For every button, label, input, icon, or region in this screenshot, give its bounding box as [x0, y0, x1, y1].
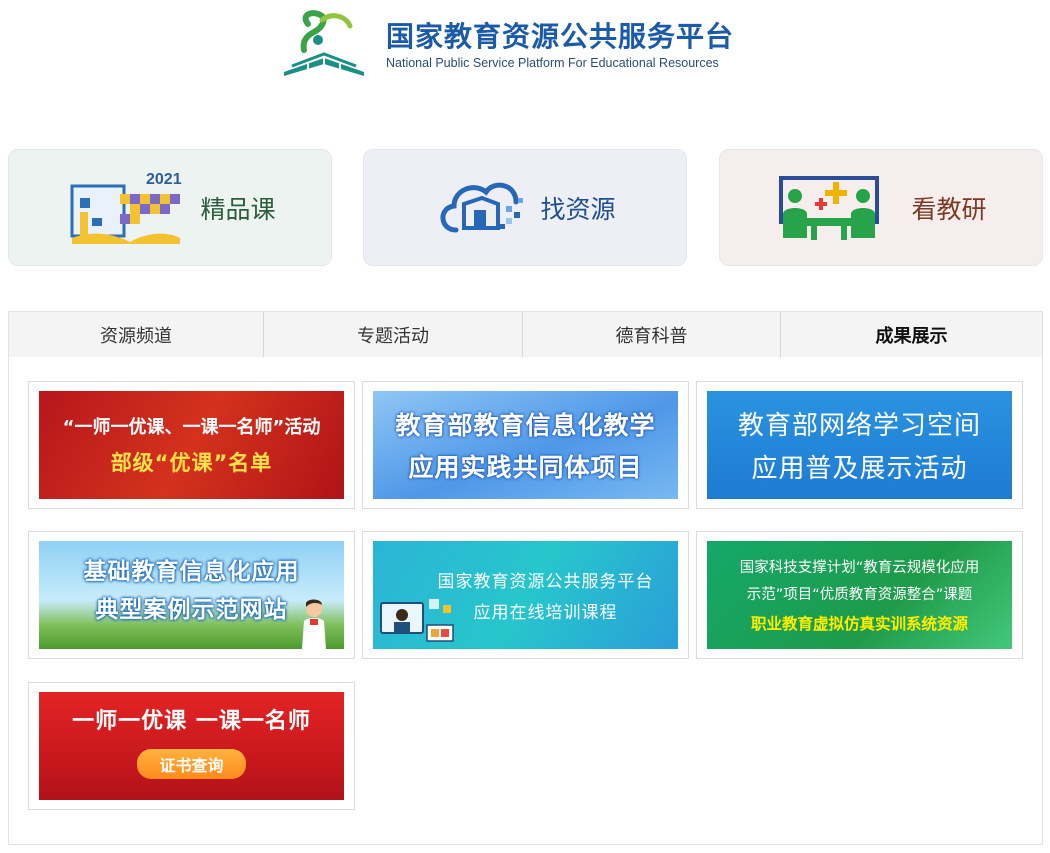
banner-image: 国家科技支撑计划“教育云规模化应用 示范”项目“优质教育资源整合”课题 职业教育… [707, 541, 1012, 649]
child-figure-icon [302, 599, 326, 649]
logo-title-cn: 国家教育资源公共服务平台 [386, 20, 735, 53]
card-teaching-research[interactable]: 看教研 [719, 149, 1043, 266]
banner-certificate-query[interactable]: 一师一优课 一课一名师 证书查询 [28, 682, 355, 810]
tab-moral-education[interactable]: 德育科普 [523, 312, 781, 357]
banner-line: 典型案例示范网站 [95, 597, 288, 623]
banner-line: 基础教育信息化应用 [83, 559, 300, 585]
banner-image: 教育部网络学习空间 应用普及展示活动 [707, 391, 1012, 499]
banner-image: 基础教育信息化应用 典型案例示范网站 [39, 541, 344, 649]
open-book-2021-icon: 2021 [70, 171, 182, 244]
tab-achievements[interactable]: 成果展示 [781, 312, 1042, 357]
banner-line: 职业教育虚拟仿真实训系统资源 [750, 615, 968, 633]
card-label: 看教研 [911, 194, 987, 224]
banner-line: 应用普及展示活动 [751, 454, 968, 484]
banner-info-teaching-community[interactable]: 教育部教育信息化教学 应用实践共同体项目 [362, 381, 689, 509]
banner-typical-cases[interactable]: 基础教育信息化应用 典型案例示范网站 [28, 531, 355, 659]
cloud-resource-icon [440, 182, 524, 232]
banner-line: 国家科技支撑计划“教育云规模化应用 [739, 560, 980, 576]
tab-resource-channel[interactable]: 资源频道 [9, 312, 264, 357]
banner-image: 一师一优课 一课一名师 证书查询 [39, 692, 344, 800]
card-boutique-courses[interactable]: 2021 精品课 [8, 149, 332, 266]
banner-online-training[interactable]: 国家教育资源公共服务平台 应用在线培训课程 [362, 531, 689, 659]
banner-line: 国家教育资源公共服务平台 [437, 572, 654, 592]
card-label: 找资源 [540, 194, 616, 224]
banner-excellent-course-list[interactable]: “一师一优课、一课一名师”活动 部级“优课”名单 [28, 381, 355, 509]
banner-line: “一师一优课、一课一名师”活动 [62, 417, 321, 438]
banner-learning-space[interactable]: 教育部网络学习空间 应用普及展示活动 [696, 381, 1023, 509]
banner-line: 应用在线培训课程 [473, 603, 618, 623]
channel-tabs: 资源频道 专题活动 德育科普 成果展示 [9, 312, 1042, 357]
icon-badge-year: 2021 [146, 171, 182, 188]
channel-panel: 资源频道 专题活动 德育科普 成果展示 “一师一优课、一课一名师”活动 部级“优… [8, 311, 1043, 845]
banner-image: 国家教育资源公共服务平台 应用在线培训课程 [373, 541, 678, 649]
banner-line: 应用实践共同体项目 [408, 453, 643, 482]
card-label: 精品课 [200, 194, 276, 224]
logo-title-en: National Public Service Platform For Edu… [386, 56, 719, 70]
tab-special-activities[interactable]: 专题活动 [264, 312, 523, 357]
platform-logo-icon [284, 10, 364, 76]
banner-line: 教育部网络学习空间 [737, 411, 981, 441]
banner-vocational-simulation[interactable]: 国家科技支撑计划“教育云规模化应用 示范”项目“优质教育资源整合”课题 职业教育… [696, 531, 1023, 659]
card-find-resources[interactable]: 找资源 [363, 149, 687, 266]
certificate-query-button[interactable]: 证书查询 [137, 749, 246, 779]
teaching-research-icon [779, 175, 880, 240]
banner-image: “一师一优课、一课一名师”活动 部级“优课”名单 [39, 391, 344, 499]
quick-entry-cards: 2021 精品课 找资源 看教研 [8, 149, 1043, 266]
banner-image: 教育部教育信息化教学 应用实践共同体项目 [373, 391, 678, 499]
banner-line: 示范”项目“优质教育资源整合”课题 [746, 587, 973, 603]
banner-line: 教育部教育信息化教学 [395, 411, 656, 440]
online-classroom-icon [380, 599, 454, 642]
platform-logo[interactable]: 国家教育资源公共服务平台 National Public Service Pla… [278, 10, 763, 80]
banner-line: 部级“优课”名单 [110, 451, 273, 475]
banner-line: 一师一优课 一课一名师 [72, 709, 311, 734]
